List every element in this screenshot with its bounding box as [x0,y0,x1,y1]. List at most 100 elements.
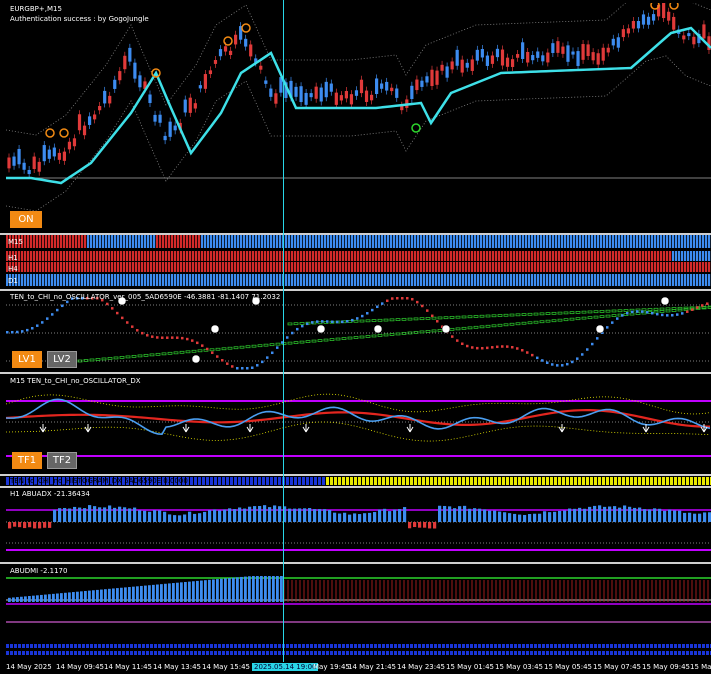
bottom-strip-cell [82,644,85,648]
bottom-strip-cell [210,644,213,648]
chart-window[interactable]: EURGBP+,M15 Authentication success : by … [0,0,711,674]
lv2-button[interactable]: LV2 [47,351,77,368]
timeframe-cell [543,251,546,261]
timeframe-cell [153,262,156,272]
timeframe-cell [477,274,480,286]
timeframe-cell [630,235,633,248]
dmi-bar [140,585,143,602]
timeframe-cell [132,235,135,248]
tf2-button[interactable]: TF2 [47,452,77,469]
timeframe-cell [393,262,396,272]
bottom-strip-cell [62,644,65,648]
timeframe-cell [420,251,423,261]
bottom-strip-cell [274,651,277,655]
timeframe-cell [228,251,231,261]
timeframe-cell [378,251,381,261]
bottom-strip-cell [170,651,173,655]
histogram-cell [326,477,329,485]
histogram-bar [128,508,132,522]
green-band-dot [497,323,503,327]
oscillator-dot [396,297,399,300]
timeframe-cell [333,262,336,272]
bottom-strip-cell [226,651,229,655]
timeframe-cell [588,274,591,286]
timeframe-cell [684,235,687,248]
bottom-strip-cell [690,651,693,655]
oscillator-dot [311,321,314,324]
histogram-cell [586,477,589,485]
green-band-dot [449,316,455,319]
timeframe-cell [345,235,348,248]
timeframe-cell [192,262,195,272]
histogram-cell [694,477,697,485]
oscillator-dot [266,356,269,359]
histogram-bar [383,508,387,522]
price-pane[interactable]: EURGBP+,M15 Authentication success : by … [6,3,711,233]
timeframe-cell [147,251,150,261]
green-band-dot [605,314,611,318]
timeframe-cell [606,251,609,261]
bottom-strip-cell [426,644,429,648]
bottom-strip-cell [262,651,265,655]
timeframe-cell [240,235,243,248]
abuadx-pane[interactable]: H1 ABUADX -21.36434 [6,488,711,562]
candle [626,28,630,34]
timeframe-cell [27,274,30,286]
timeframe-cell [381,274,384,286]
bottom-strip-cell [602,644,605,648]
candle [148,94,152,104]
timeframe-cell [666,274,669,286]
timeframe-cell [603,235,606,248]
timeframe-cell [462,235,465,248]
bottom-strip-cell [578,651,581,655]
candle [571,51,575,55]
crosshair-line[interactable] [283,0,284,662]
tf1-button[interactable]: TF1 [12,452,42,469]
histogram-bar [263,505,267,522]
timeframe-cell [468,235,471,248]
bottom-strip-cell [78,651,81,655]
lv1-button[interactable]: LV1 [12,351,42,368]
histogram-bar [138,510,142,522]
bottom-strip-cell [178,651,181,655]
green-band-dot [287,341,293,345]
timeframe-cell [261,251,264,261]
oscillator-dot [366,312,369,315]
histogram-bar [223,509,227,522]
timeframe-cell [234,235,237,248]
timeframe-cell [183,262,186,272]
dmi-bar [144,585,147,602]
timeframe-cell [651,274,654,286]
candle [646,16,651,25]
on-button[interactable]: ON [10,211,42,228]
timeframe-cell [435,235,438,248]
timeframe-cell [567,274,570,286]
timeframe-cell [51,262,54,272]
timeframe-cell [108,262,111,272]
timeframe-cell [642,235,645,248]
timeframe-cell [489,262,492,272]
timeframe-cell [93,274,96,286]
timeframe-cell [147,274,150,286]
bottom-strip-cell [478,651,481,655]
timeframe-cell [324,251,327,261]
histogram-cell [446,477,449,485]
timeframe-cell [570,274,573,286]
timeframe-cell [438,235,441,248]
green-band-dot [239,345,245,349]
bottom-strip-cell [230,651,233,655]
green-band-dot [371,334,377,338]
timeframe-cell [270,251,273,261]
dmi-bar [160,584,163,602]
abudmi-pane[interactable]: ABUDMI -2.1170 [6,564,711,662]
timeframe-cell [471,235,474,248]
timeframe-cell [702,274,705,286]
timeframe-cell [195,274,198,286]
oscillator-dot [526,351,529,354]
bottom-strip-cell [94,644,97,648]
histogram-cell [302,477,305,485]
oscillator-dx-pane[interactable]: M15 TEN_to_CHI_no_OSCILLATOR_DX TF1 TF2 [6,374,711,474]
oscillator-pane[interactable]: TEN_to_CHI_no_OSCILLATOR_ver_005_5AD6590… [6,291,711,372]
timeframe-cell [702,262,705,272]
histogram-bar [288,508,292,522]
